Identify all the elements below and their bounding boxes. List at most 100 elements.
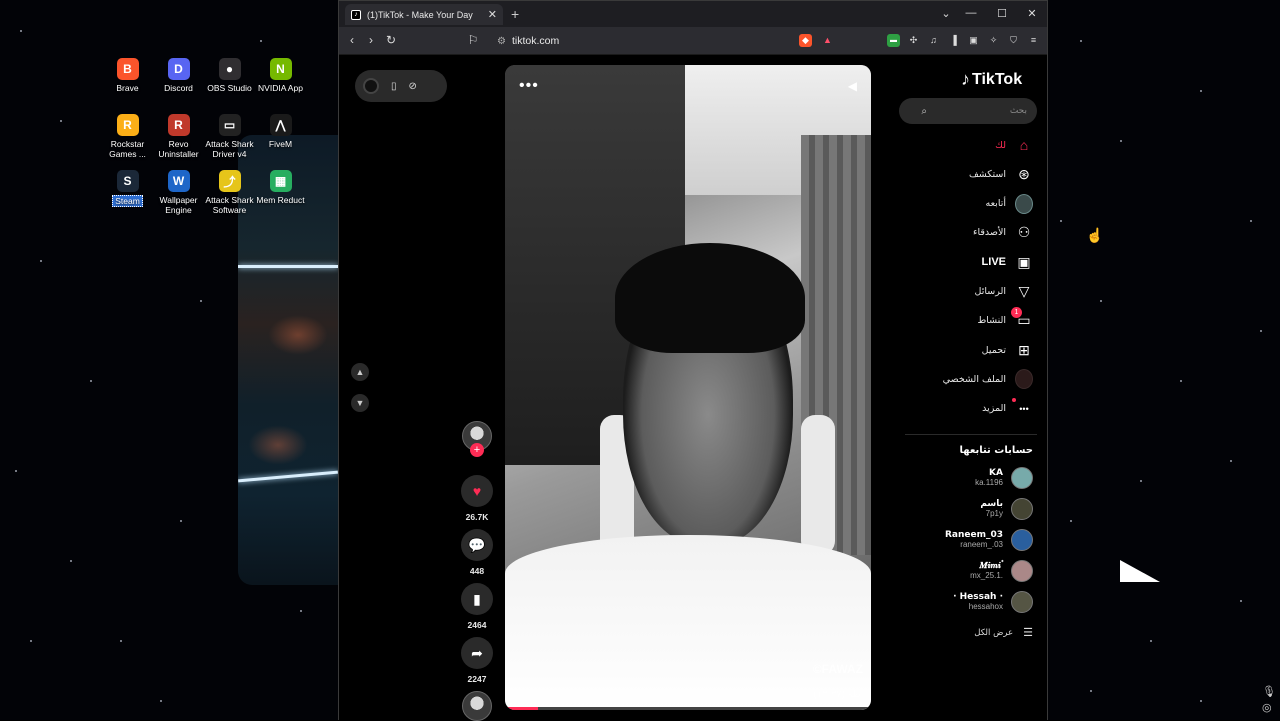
followed-account[interactable]: 𝑴𝒊𝒎𝒊 ۫ mx_25.1. [970,558,1033,584]
next-video-button[interactable]: ▼ [351,394,369,412]
search-bar[interactable]: ⌕ [899,98,1037,124]
see-all-button[interactable]: ☰ عرض الكل [974,626,1033,639]
desktop-shortcut[interactable]: N NVIDIA App [255,58,306,106]
desktop-shortcut[interactable]: ⋀ FiveM [255,114,306,162]
avatar [1011,498,1033,520]
city-glow [268,315,328,355]
followed-account[interactable]: Raneem_03 raneem_.03 [945,527,1033,553]
desktop-shortcut-label: Discord [164,83,193,93]
video-player[interactable]: ••• ◀ ©FAWAZ طه (٣٧-١٣) [505,65,871,710]
volume-icon[interactable]: ◀ [848,79,857,93]
desktop-shortcut[interactable]: R Rockstar Games ... [102,114,153,162]
comment-button[interactable]: 💬 [461,529,493,561]
desktop-shortcut-label: Wallpaper Engine [159,195,198,215]
desktop-shortcut[interactable]: S Steam [102,170,153,218]
like-button[interactable]: ♥ [461,475,493,507]
extensions-puzzle-icon[interactable]: ✣ [907,34,920,47]
sidebar-item-live[interactable]: ▣ LIVE [982,251,1033,273]
video-more-options-icon[interactable]: ••• [519,77,539,95]
sidebar-item-more[interactable]: ••• المزيد [982,397,1033,420]
followed-account[interactable]: باسم 7p1y [980,496,1033,522]
star [20,30,22,32]
sidebar-item-following[interactable]: أتابعه [985,193,1033,215]
minimize-button[interactable]: — [964,7,978,19]
follow-plus-icon[interactable]: + [470,443,484,457]
previous-video-button[interactable]: ▲ [351,363,369,381]
site-info-icon[interactable]: ⚙ [497,36,506,47]
star [1260,330,1262,332]
reload-button[interactable]: ↻ [383,33,399,47]
desktop-shortcut[interactable]: D Discord [153,58,204,106]
brave-rewards-icon[interactable]: ▲ [821,34,834,47]
sidebar-item-friends[interactable]: ⚇ الأصدقاء [973,222,1033,244]
back-button[interactable]: ‹ [344,33,360,47]
device-controls[interactable]: ▯ ⊘ [355,70,447,102]
brave-shields-icon[interactable]: ◆ [799,34,812,47]
video-progress-bar[interactable] [505,707,871,710]
search-input[interactable] [927,106,1027,116]
nvidia-icon: N [269,58,292,80]
share-button[interactable]: ➦ [461,637,493,669]
followed-account[interactable]: KA ka.1196 [975,465,1033,491]
browser-window: ♪ (1)TikTok - Make Your Day ✕ + ⌄ — ☐ ✕ … [338,0,1103,721]
desktop-shortcut[interactable]: ● OBS Studio [204,58,255,106]
account-name: KA [989,468,1003,478]
wallet-icon[interactable]: ▣ [967,34,980,47]
compass-small-icon[interactable]: ⊘ [409,81,417,92]
sidebar-item-explore[interactable]: ⊛ استكشف [969,163,1033,185]
mem-reduct-icon: ▦ [269,170,292,192]
desktop-shortcut[interactable]: ▭ Attack Shark Driver v4 [204,114,255,162]
maximize-button[interactable]: ☐ [995,7,1009,20]
close-tab-icon[interactable]: ✕ [488,8,497,21]
star [30,640,32,642]
settings-circle-icon[interactable]: ◎ [1262,700,1276,716]
desktop-shortcut[interactable]: R Revo Uninstaller [153,114,204,162]
music-icon[interactable]: ♫ [927,34,940,47]
sidebar-divider [905,434,1037,435]
phone-icon[interactable]: ▯ [391,81,397,92]
leo-ai-icon[interactable]: ✧ [987,34,1000,47]
followed-account[interactable]: · Hessah · hessahox [953,589,1033,615]
star [1230,460,1232,462]
sidebar-item-upload[interactable]: ⊞ تحميل [982,339,1033,361]
forward-button[interactable]: › [363,33,379,47]
sidebar-icon[interactable]: ▐ [947,34,960,47]
vpn-shield-icon[interactable]: ⛉ [1007,34,1020,47]
bookmark-icon[interactable]: ⚐ [465,33,481,47]
sidebar-item-profile[interactable]: الملف الشخصي [943,368,1033,390]
tab-tiktok[interactable]: ♪ (1)TikTok - Make Your Day ✕ [345,4,503,25]
sidebar-item-messages[interactable]: ▽ الرسائل [975,281,1033,303]
save-button[interactable]: ▮ [461,583,493,615]
close-window-button[interactable]: ✕ [1025,7,1039,20]
attack-shark-icon: ⤴ [218,170,241,192]
star [1070,520,1072,522]
desktop-shortcut[interactable]: ⤴ Attack Shark Software [204,170,255,218]
system-tray[interactable]: 🎙 ◎ [1262,684,1276,716]
desktop-shortcut[interactable]: B Brave [102,58,153,106]
music-disc-avatar[interactable] [462,691,492,721]
search-icon[interactable]: ⌕ [921,106,927,117]
sidebar-item-label: أتابعه [985,198,1007,210]
tab-list-chevron-icon[interactable]: ⌄ [939,7,953,20]
sidebar-item-home[interactable]: ⌂ لك [995,134,1033,156]
sidebar-item-label: الرسائل [974,286,1006,297]
mouse-driver-icon: ▭ [218,114,241,136]
sidebar-item-activity[interactable]: ▭ 1 النشاط [977,306,1033,332]
tiktok-logo[interactable]: ♪ TikTok [961,69,1022,90]
toggle-icon[interactable] [363,78,379,94]
video-watermark: ©FAWAZ [812,662,863,676]
menu-icon[interactable]: ≡ [1027,34,1040,47]
desktop-shortcut[interactable]: W Wallpaper Engine [153,170,204,218]
microphone-icon[interactable]: 🎙 [1262,684,1276,700]
sidebar-item-label: الأصدقاء [972,227,1006,239]
friends-icon: ⚇ [1017,224,1031,241]
address-bar[interactable]: ⚙ tiktok.com [489,31,869,51]
tiktok-wordmark: TikTok [972,70,1023,88]
extension-green-icon[interactable]: ▬ [887,34,900,47]
url-text[interactable]: tiktok.com [512,35,559,47]
star [1120,140,1122,142]
avatar [1015,369,1033,390]
wallpaper-engine-icon: W [167,170,190,192]
new-tab-button[interactable]: + [511,6,519,22]
desktop-shortcut[interactable]: ▦ Mem Reduct [255,170,306,218]
